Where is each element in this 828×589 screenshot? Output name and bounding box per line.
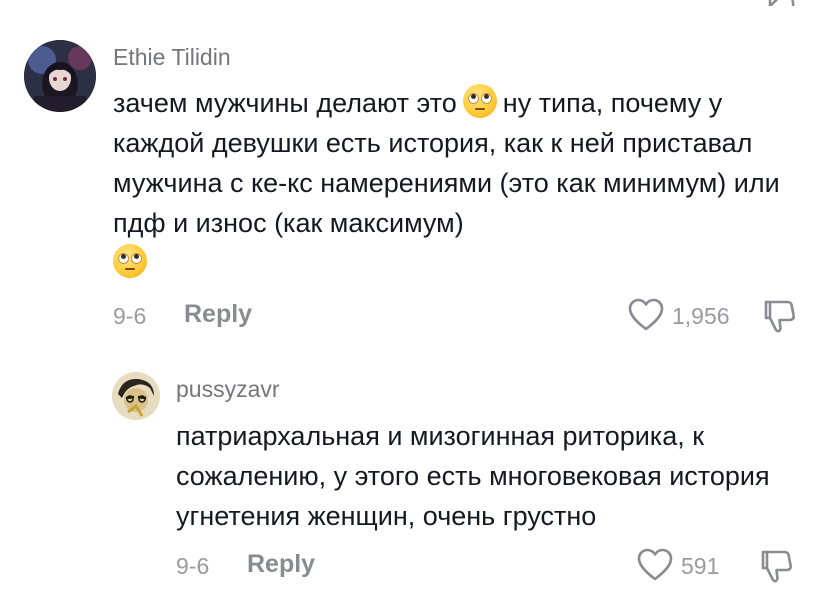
thumbs-down-icon[interactable] xyxy=(763,298,797,334)
comment-text: зачем мужчины делают это ну типа, почему … xyxy=(113,83,813,283)
reply-username[interactable]: pussyzavr xyxy=(176,376,280,403)
comment-date: 9-6 xyxy=(113,303,147,329)
reply-button[interactable]: Reply xyxy=(184,300,252,329)
face-with-rolling-eyes-emoji-icon xyxy=(113,244,147,278)
previous-dislike-icon-cutoff xyxy=(762,0,798,6)
reply-to-reply-button[interactable]: Reply xyxy=(247,550,315,579)
reply-avatar[interactable] xyxy=(112,372,160,420)
avatar[interactable] xyxy=(24,40,96,112)
reply-text: патриархальная и мизогинная риторика, к … xyxy=(176,421,770,531)
comment-text-part-1: зачем мужчины делают это xyxy=(113,88,457,118)
heart-icon[interactable] xyxy=(628,298,664,332)
comment-username[interactable]: Ethie Tilidin xyxy=(113,44,231,71)
reply-date: 9-6 xyxy=(176,553,210,579)
face-with-rolling-eyes-emoji-icon xyxy=(462,84,497,118)
reply-like-count: 591 xyxy=(681,553,720,579)
thumbs-down-icon[interactable] xyxy=(760,548,794,584)
previous-comment-cutoff: ▔▔▔▔▔▔▔▔▔▔ xyxy=(300,0,540,6)
like-count: 1,956 xyxy=(672,303,730,329)
